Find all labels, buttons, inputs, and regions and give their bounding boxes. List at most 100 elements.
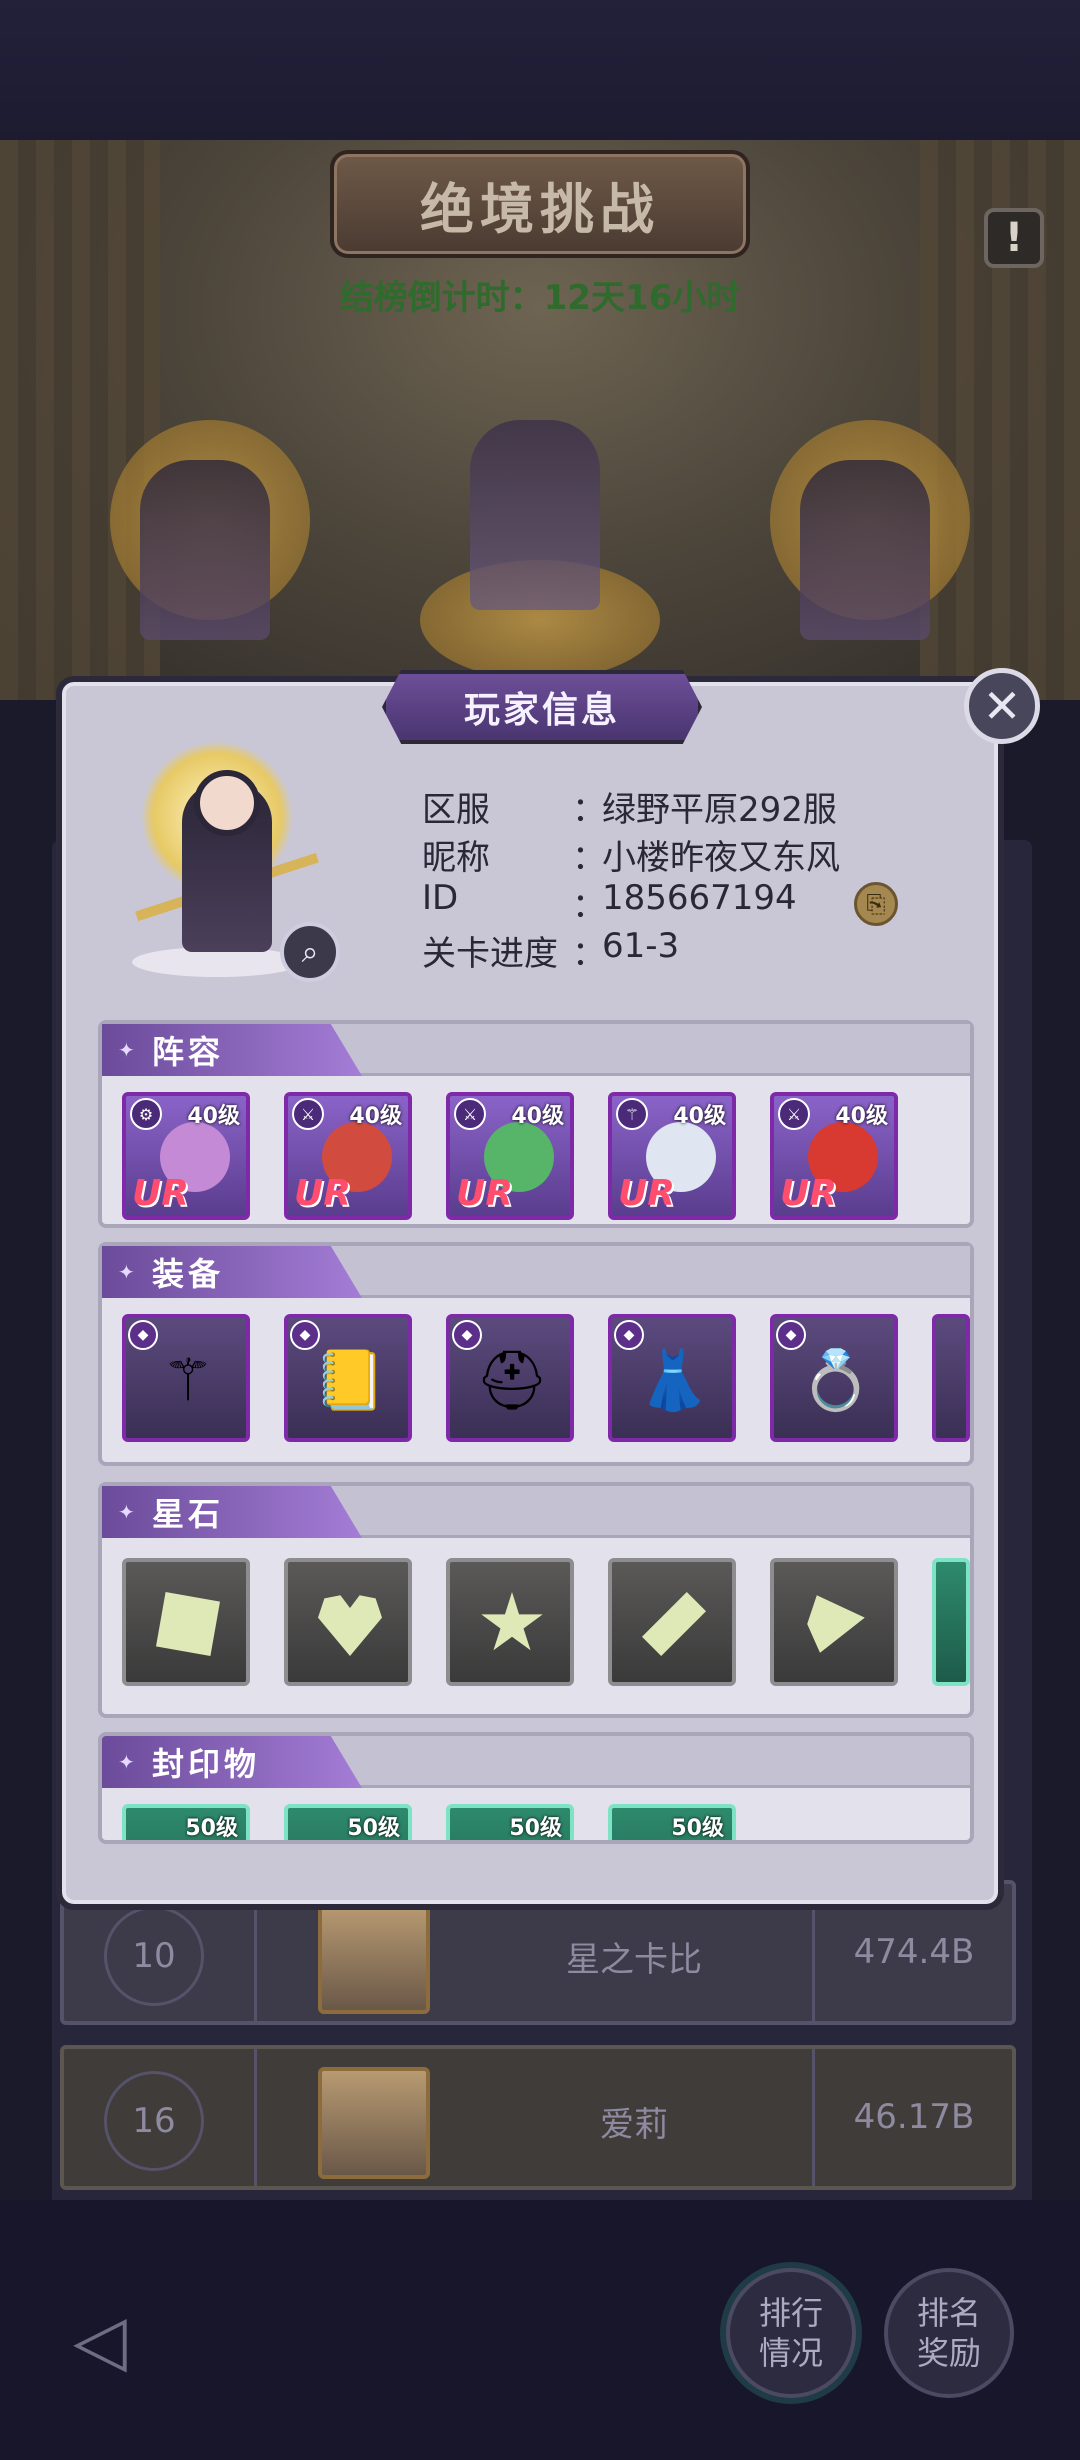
equipment-slot[interactable] — [932, 1314, 970, 1442]
ranking-row[interactable]: 16 爱莉 46.17B — [60, 2045, 1016, 2190]
sword-icon: ⚔ — [454, 1098, 486, 1130]
diamond-gem-icon — [642, 1592, 706, 1656]
hero-slot[interactable]: ⚔ 40级 UR — [284, 1092, 412, 1220]
star-gem-icon — [481, 1592, 543, 1651]
ring-icon: 💍 — [799, 1346, 873, 1414]
lineup-tab: 阵容 — [102, 1024, 362, 1076]
divider — [254, 2049, 257, 2186]
hero-rarity: UR — [780, 1173, 837, 1214]
starstone-slot[interactable] — [770, 1558, 898, 1686]
magnifier-icon[interactable]: ⌕ — [280, 922, 340, 982]
page-title-text: 绝境挑战 — [420, 177, 660, 241]
hero-rarity: UR — [294, 1173, 351, 1214]
seal-level: 50级 — [509, 1816, 562, 1841]
starstone-slot[interactable] — [284, 1558, 412, 1686]
seal-slot[interactable]: 50级 — [122, 1804, 250, 1841]
avatar — [318, 2067, 430, 2179]
right-hero-figure[interactable] — [800, 460, 930, 640]
starstone-slot[interactable] — [446, 1558, 574, 1686]
book-icon: 📒 — [313, 1346, 387, 1414]
hero-slot[interactable]: ⚔ 40级 UR — [446, 1092, 574, 1220]
close-icon[interactable]: ✕ — [964, 668, 1040, 744]
starstone-slot[interactable] — [608, 1558, 736, 1686]
hero-slot[interactable]: ⚙ 40级 UR — [122, 1092, 250, 1220]
progress-label: 关卡进度 — [422, 934, 558, 974]
equipment-slot[interactable]: ◆ 📒 — [284, 1314, 412, 1442]
section-header: 装备 — [102, 1246, 970, 1298]
equipment-slot[interactable]: ◆ ⚚ — [122, 1314, 250, 1442]
section-title: 装备 — [152, 1255, 225, 1293]
seal-level: 50级 — [347, 1816, 400, 1841]
skirt-icon: 👗 — [637, 1346, 711, 1414]
hero-level: 40级 — [673, 1104, 726, 1129]
left-curtain — [0, 140, 160, 700]
modal-title: 玩家信息 — [382, 670, 702, 744]
staff-icon: ⚚ — [616, 1098, 648, 1130]
colon: ： — [572, 934, 606, 974]
section-header: 阵容 — [102, 1024, 970, 1076]
exclamation-icon[interactable]: ! — [984, 208, 1044, 268]
sword-icon: ⚔ — [778, 1098, 810, 1130]
progress-value: 61-3 — [602, 926, 680, 966]
lineup-section: 阵容 ⚙ 40级 UR ⚔ 40级 UR ⚔ 40级 UR ⚚ 40级 UR ⚔ 40级 UR — [98, 1020, 974, 1228]
nickname-label: 昵称 — [422, 838, 490, 878]
hero-rarity: UR — [132, 1173, 189, 1214]
seal-level: 50级 — [671, 1816, 724, 1841]
id-value: 185667194 — [602, 878, 797, 918]
square-gem-icon — [156, 1592, 220, 1656]
colon: ： — [572, 886, 606, 926]
heart-gem-icon — [318, 1595, 382, 1656]
player-score: 474.4B — [853, 1932, 975, 1972]
ranking-status-button[interactable]: 排行 情况 — [726, 2268, 856, 2398]
equipment-slot[interactable]: ◆ 💍 — [770, 1314, 898, 1442]
section-header: 星石 — [102, 1486, 970, 1538]
avatar — [318, 1902, 430, 2014]
player-name: 爱莉 — [600, 2105, 668, 2145]
sword-icon: ⚔ — [292, 1098, 324, 1130]
back-arrow-icon[interactable]: ◁ — [30, 2290, 170, 2390]
hero-slot[interactable]: ⚔ 40级 UR — [770, 1092, 898, 1220]
hero-rarity: UR — [618, 1173, 675, 1214]
avatar-head — [194, 770, 260, 836]
left-hero-figure[interactable] — [140, 460, 270, 640]
starstone-slot[interactable] — [932, 1558, 970, 1686]
center-hero-figure[interactable] — [470, 420, 600, 610]
colon: ： — [572, 790, 606, 830]
seal-level: 50级 — [185, 1816, 238, 1841]
starstone-slot[interactable] — [122, 1558, 250, 1686]
seal-tab: 封印物 — [102, 1736, 362, 1788]
seal-slot[interactable]: 50级 — [446, 1804, 574, 1841]
equipment-slot[interactable]: ◆ 👗 — [608, 1314, 736, 1442]
equipment-section: 装备 ◆⚚ ◆📒 ◆⛑ ◆👗 ◆💍 — [98, 1242, 974, 1466]
modal-title-text: 玩家信息 — [463, 690, 620, 731]
nickname-row: 昵称 ： 小楼昨夜又东风 — [422, 830, 840, 878]
ranking-rewards-button[interactable]: 排名 奖励 — [884, 2268, 1014, 2398]
hero-level: 40级 — [835, 1104, 888, 1129]
copy-id-icon[interactable]: ⎘ — [854, 882, 898, 926]
rank-number: 16 — [104, 2071, 204, 2171]
top-bar — [0, 0, 1080, 140]
player-name: 星之卡比 — [566, 1940, 702, 1980]
countdown-text: 结榜倒计时：12天16小时 — [339, 278, 741, 318]
triangle-gem-icon — [807, 1595, 865, 1653]
section-header: 封印物 — [102, 1736, 970, 1788]
hero-level: 40级 — [349, 1104, 402, 1129]
player-info-modal: 玩家信息 ✕ ⌕ 区服 ： 绿野平原292服 昵称 ： 小楼昨夜又东风 ID ：… — [56, 668, 1040, 1910]
starstone-section: 星石 — [98, 1482, 974, 1718]
section-title: 封印物 — [152, 1745, 261, 1783]
section-title: 阵容 — [152, 1033, 225, 1071]
gear-icon: ⚙ — [130, 1098, 162, 1130]
section-title: 星石 — [152, 1495, 225, 1533]
divider — [812, 2049, 815, 2186]
equipment-slot[interactable]: ◆ ⛑ — [446, 1314, 574, 1442]
id-row: ID ： 185667194 — [422, 878, 840, 926]
hero-slot[interactable]: ⚚ 40级 UR — [608, 1092, 736, 1220]
hero-rarity: UR — [456, 1173, 513, 1214]
server-label: 区服 — [422, 790, 490, 830]
progress-row: 关卡进度 ： 61-3 — [422, 926, 840, 974]
seal-slot[interactable]: 50级 — [608, 1804, 736, 1841]
rank-number: 10 — [104, 1906, 204, 2006]
player-info: 区服 ： 绿野平原292服 昵称 ： 小楼昨夜又东风 ID ： 18566719… — [422, 782, 840, 974]
helmet-icon: ⛑ — [475, 1346, 549, 1414]
seal-slot[interactable]: 50级 — [284, 1804, 412, 1841]
